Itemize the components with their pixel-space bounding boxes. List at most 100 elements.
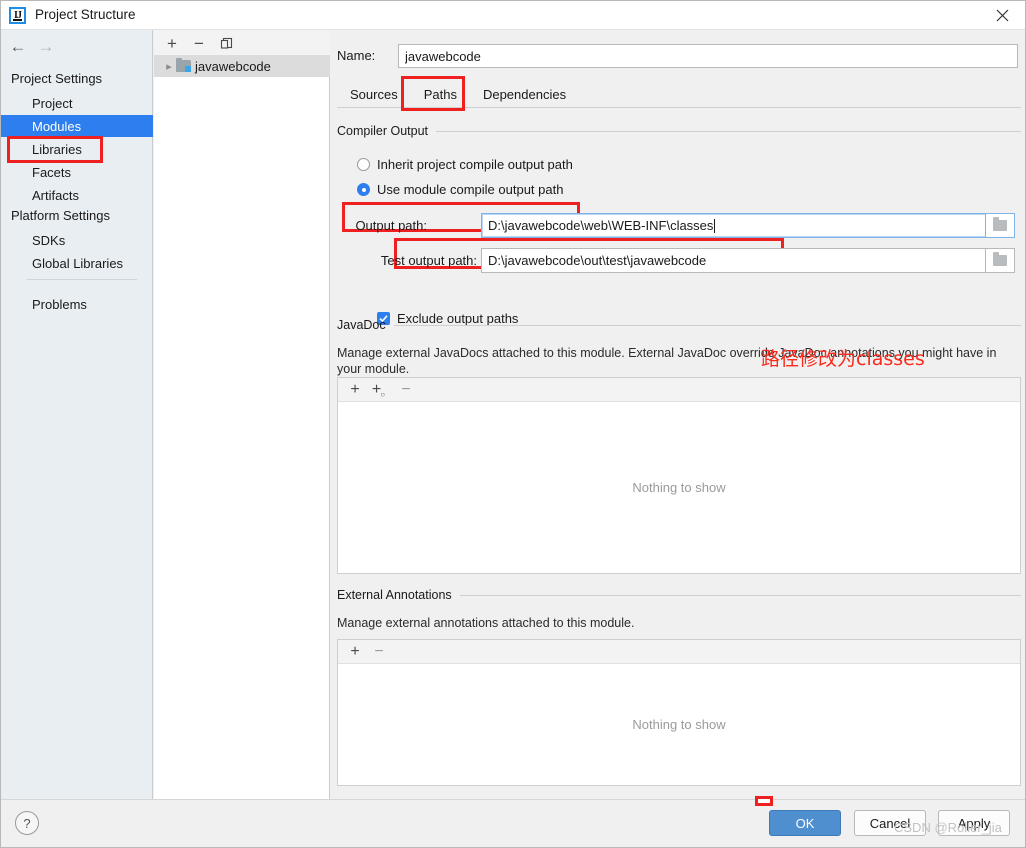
sidebar-item-sdks[interactable]: SDKs	[1, 229, 153, 251]
javadoc-group-header: JavaDoc	[337, 318, 1021, 332]
external-annotations-label: External Annotations	[337, 588, 452, 602]
ok-button[interactable]: OK	[769, 810, 841, 836]
group-rule-line	[436, 130, 1021, 132]
plus-subscript-icon: ○	[380, 389, 386, 399]
javadoc-toolbar: + + ○ −	[338, 378, 1020, 402]
javadoc-list-box: + + ○ − Nothing to show	[337, 377, 1021, 574]
module-name-input[interactable]	[398, 44, 1018, 68]
minus-icon: −	[194, 33, 204, 53]
module-name-row: Name:	[337, 44, 1021, 68]
tab-label: Paths	[423, 86, 457, 102]
javadoc-add-url-button[interactable]: + ○	[368, 380, 390, 400]
test-output-path-label: Test output path:	[380, 253, 477, 268]
output-path-field[interactable]: D:\javawebcode\web\WEB-INF\classes	[481, 213, 1015, 238]
sidebar-item-global-libraries[interactable]: Global Libraries	[1, 252, 153, 274]
sidebar-item-label: Artifacts	[32, 187, 79, 203]
add-module-button[interactable]: +	[162, 33, 182, 53]
plus-icon: +	[350, 643, 360, 660]
sidebar-item-problems[interactable]: Problems	[1, 293, 153, 315]
module-tree-rows: ▸ javawebcode	[154, 55, 330, 77]
intellij-idea-icon: IJ	[9, 7, 26, 24]
radio-icon-on	[357, 183, 370, 196]
tree-item-label: javawebcode	[195, 58, 271, 74]
radio-inherit-project-output[interactable]: Inherit project compile output path	[357, 157, 573, 172]
close-icon[interactable]	[979, 1, 1025, 29]
group-rule-line	[393, 324, 1021, 326]
chevron-right-icon[interactable]: ▸	[162, 60, 176, 73]
javadoc-add-button[interactable]: +	[344, 380, 366, 400]
test-output-path-value: D:\javawebcode\out\test\javawebcode	[488, 253, 707, 268]
external-annotations-add-button[interactable]: +	[344, 642, 366, 662]
output-path-label: Output path:	[355, 218, 427, 233]
sidebar-item-label: Libraries	[32, 141, 82, 157]
ij-underbar	[13, 19, 22, 21]
javadoc-label: JavaDoc	[337, 318, 386, 332]
module-tree-panel: + − ▸ javawebcode	[154, 30, 330, 799]
sidebar-item-label: Problems	[32, 296, 87, 312]
output-path-value: D:\javawebcode\web\WEB-INF\classes	[488, 218, 714, 233]
external-annotations-remove-button[interactable]: −	[368, 642, 390, 662]
module-tree-toolbar: + −	[154, 30, 330, 55]
apply-button[interactable]: Apply	[938, 810, 1010, 836]
sidebar-item-label: Modules	[32, 118, 82, 134]
copy-icon	[220, 37, 232, 49]
external-annotations-toolbar: + −	[338, 640, 1020, 664]
test-output-path-field[interactable]: D:\javawebcode\out\test\javawebcode	[481, 248, 1015, 273]
sidebar-item-label: Project	[32, 95, 73, 111]
sidebar-item-modules[interactable]: Modules	[1, 115, 153, 137]
javadoc-remove-button[interactable]: −	[395, 380, 417, 400]
sidebar-nav: ← →	[1, 30, 153, 61]
tab-label: Dependencies	[482, 86, 567, 102]
project-structure-dialog: IJ Project Structure ← → Project Setting…	[0, 0, 1026, 848]
external-annotations-list-box: + − Nothing to show	[337, 639, 1021, 786]
folder-icon	[993, 217, 1007, 231]
minus-icon: −	[374, 643, 384, 660]
title-bar: IJ Project Structure	[1, 1, 1025, 30]
compiler-output-group-header: Compiler Output	[337, 124, 1021, 138]
external-annotations-group-header: External Annotations	[337, 588, 1021, 602]
tab-sources[interactable]: Sources	[337, 81, 411, 107]
test-output-path-browse-button[interactable]	[985, 248, 1015, 273]
radio-use-module-output[interactable]: Use module compile output path	[357, 182, 563, 197]
sidebar-item-label: Global Libraries	[32, 255, 124, 271]
paths-tab-content: Name: Sources Paths Dependencies Compile…	[331, 30, 1025, 799]
tab-paths[interactable]: Paths	[410, 81, 470, 107]
tab-underline	[337, 107, 1021, 108]
sidebar-item-label: SDKs	[32, 232, 66, 248]
sidebar-item-libraries[interactable]: Libraries	[1, 138, 153, 160]
text-caret	[714, 218, 716, 233]
radio-label: Use module compile output path	[377, 182, 564, 197]
sidebar-item-label: Facets	[32, 164, 72, 180]
sidebar-group-project-settings: Project Settings	[11, 71, 103, 86]
tab-label: Sources	[350, 86, 398, 102]
sidebar-group-platform-settings: Platform Settings	[11, 208, 110, 223]
cancel-button[interactable]: Cancel	[854, 810, 926, 836]
module-icon	[176, 58, 191, 72]
external-annotations-description: Manage external annotations attached to …	[337, 616, 635, 630]
help-button[interactable]: ?	[15, 811, 39, 835]
minus-icon: −	[401, 381, 411, 398]
output-path-browse-button[interactable]	[985, 213, 1015, 238]
back-arrow-icon[interactable]: ←	[7, 36, 29, 56]
module-name-label: Name:	[337, 48, 376, 63]
sidebar-item-facets[interactable]: Facets	[1, 161, 153, 183]
module-tabs: Sources Paths Dependencies	[337, 81, 1021, 107]
sidebar-item-project[interactable]: Project	[1, 92, 153, 114]
sidebar-item-artifacts[interactable]: Artifacts	[1, 184, 153, 206]
window-title: Project Structure	[35, 7, 136, 22]
copy-module-button[interactable]	[216, 33, 236, 53]
output-path-row: Output path: D:\javawebcode\web\WEB-INF\…	[331, 213, 1021, 238]
radio-icon-off	[357, 158, 370, 171]
plus-icon: +	[167, 33, 177, 53]
radio-label: Inherit project compile output path	[377, 157, 573, 172]
tree-item-javawebcode[interactable]: ▸ javawebcode	[154, 55, 330, 77]
folder-icon	[993, 252, 1007, 266]
remove-module-button[interactable]: −	[189, 33, 209, 53]
dialog-footer: ? OK Cancel Apply	[1, 799, 1025, 847]
tab-dependencies[interactable]: Dependencies	[470, 81, 579, 107]
test-output-path-row: Test output path: D:\javawebcode\out\tes…	[331, 248, 1021, 273]
forward-arrow-icon[interactable]: →	[35, 36, 57, 56]
annotation-note-chinese: 路径修改为classes	[761, 348, 925, 370]
external-annotations-empty-message: Nothing to show	[632, 717, 726, 732]
plus-icon: +	[350, 381, 360, 398]
